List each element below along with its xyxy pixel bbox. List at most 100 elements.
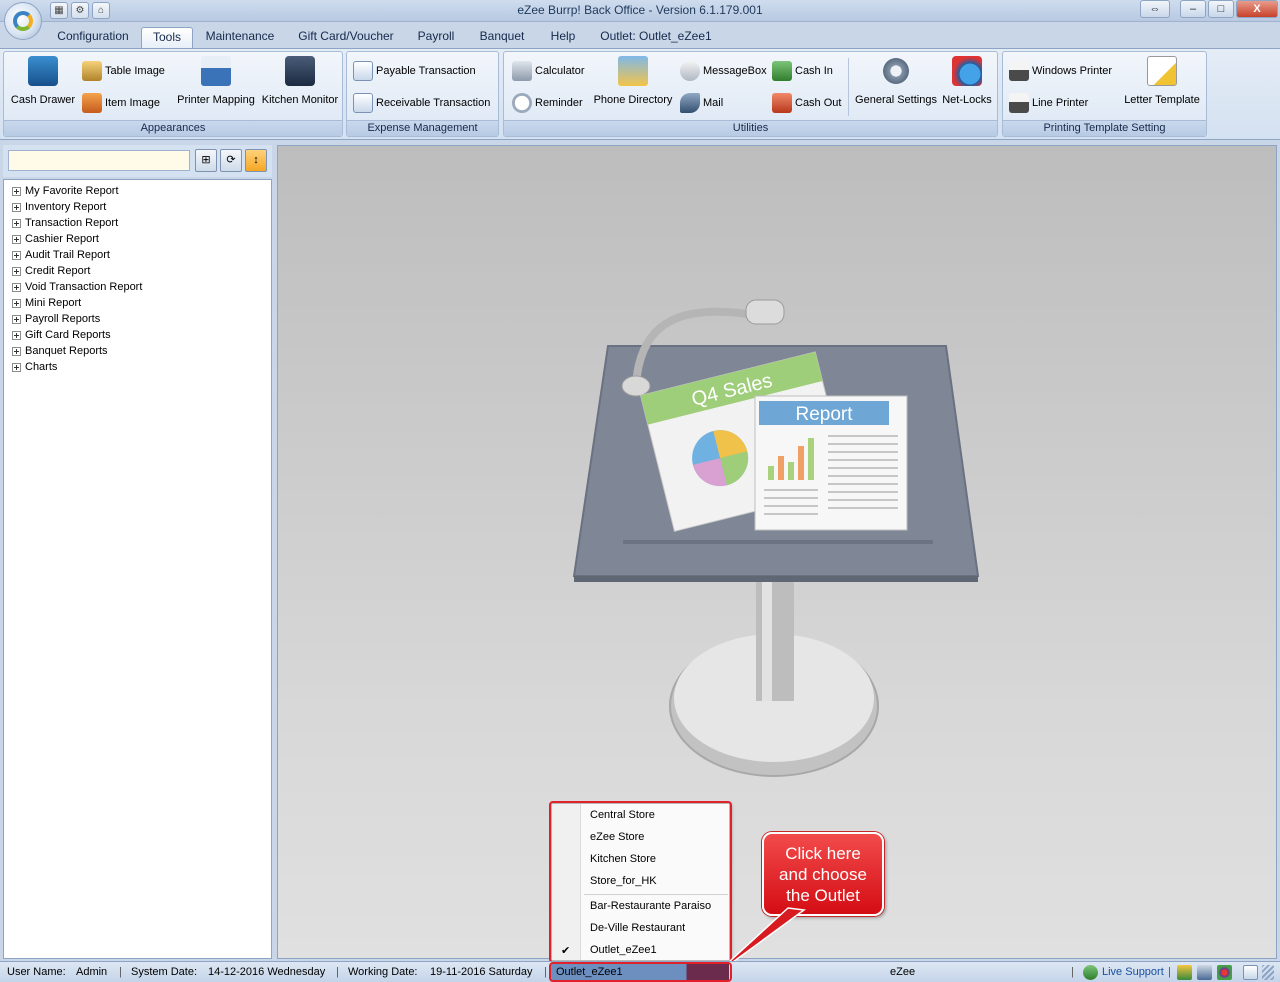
monitor-icon[interactable]	[1197, 965, 1212, 980]
reminder-button[interactable]: Reminder	[512, 92, 583, 114]
restore-button[interactable]: □	[1208, 0, 1234, 18]
tree-item-mini-report[interactable]: Mini Report	[12, 295, 81, 311]
swap-button[interactable]: ⇔	[1140, 0, 1170, 18]
tree-item-void-transaction-report[interactable]: Void Transaction Report	[12, 279, 142, 295]
tree-item-transaction-report[interactable]: Transaction Report	[12, 215, 118, 231]
tab-payroll[interactable]: Payroll	[412, 27, 460, 48]
line-printer-icon	[1009, 93, 1029, 113]
kitchen-monitor-button[interactable]: Kitchen Monitor	[258, 56, 342, 106]
resize-grip-icon[interactable]	[1262, 965, 1274, 980]
phone-directory-icon	[618, 56, 648, 86]
table-image-button[interactable]: Table Image	[82, 60, 165, 82]
tree-item-my-favorite-report[interactable]: My Favorite Report	[12, 183, 119, 199]
general-settings-button[interactable]: General Settings	[854, 56, 938, 106]
group-expense-label: Expense Management	[347, 120, 498, 136]
cash-out-button[interactable]: Cash Out	[772, 92, 841, 114]
expand-icon[interactable]	[12, 346, 21, 356]
mail-label: Mail	[703, 97, 724, 109]
tree-item-charts[interactable]: Charts	[12, 359, 57, 375]
group-utilities-label: Utilities	[504, 120, 997, 136]
reminder-icon	[512, 93, 532, 113]
live-support-icon	[1083, 965, 1098, 980]
utilities-separator	[848, 58, 849, 116]
calculator-button[interactable]: Calculator	[512, 60, 585, 82]
tab-maintenance[interactable]: Maintenance	[200, 27, 280, 48]
document-icon[interactable]	[1243, 965, 1258, 980]
window-title: eZee Burrp! Back Office - Version 6.1.17…	[517, 3, 763, 17]
mail-button[interactable]: Mail	[680, 92, 723, 114]
line-printer-button[interactable]: Line Printer	[1009, 92, 1088, 114]
tree-item-cashier-report[interactable]: Cashier Report	[12, 231, 99, 247]
receivable-transaction-button[interactable]: Receivable Transaction	[353, 92, 490, 114]
title-bar: ▦ ⚙ ⌂ eZee Burrp! Back Office - Version …	[0, 0, 1280, 40]
close-button[interactable]: X	[1236, 0, 1278, 18]
tree-item-inventory-report[interactable]: Inventory Report	[12, 199, 106, 215]
tree-item-label: Cashier Report	[25, 233, 99, 245]
apps-icon[interactable]	[1217, 965, 1232, 980]
tab-tools[interactable]: Tools	[141, 27, 193, 48]
tab-gift-card-voucher[interactable]: Gift Card/Voucher	[292, 27, 400, 48]
tree-item-label: Banquet Reports	[25, 345, 108, 357]
expand-icon[interactable]	[12, 282, 21, 292]
flag-icon[interactable]	[1177, 965, 1192, 980]
tab-outlet[interactable]: Outlet: Outlet_eZee1	[598, 27, 714, 48]
expand-icon[interactable]	[12, 362, 21, 372]
expand-icon[interactable]	[12, 330, 21, 340]
letter-template-button[interactable]: Letter Template	[1119, 56, 1205, 106]
reminder-label: Reminder	[535, 97, 583, 109]
net-locks-button[interactable]: Net-Locks	[940, 56, 994, 106]
report-card-title: Report	[795, 404, 853, 425]
item-image-icon	[82, 93, 102, 113]
expand-icon[interactable]	[12, 314, 21, 324]
live-support-link[interactable]: Live Support	[1102, 966, 1164, 978]
tab-configuration[interactable]: Configuration	[50, 27, 136, 48]
table-image-label: Table Image	[105, 65, 165, 77]
expand-icon[interactable]	[12, 218, 21, 228]
printer-icon	[1009, 61, 1029, 81]
messagebox-button[interactable]: MessageBox	[680, 60, 767, 82]
tree-item-gift-card-reports[interactable]: Gift Card Reports	[12, 327, 111, 343]
tree-item-audit-trail-report[interactable]: Audit Trail Report	[12, 247, 110, 263]
tab-banquet[interactable]: Banquet	[474, 27, 530, 48]
working-date-value: 19-11-2016 Saturday	[430, 966, 533, 978]
tree-item-payroll-reports[interactable]: Payroll Reports	[12, 311, 100, 327]
report-search-bar: ⊞ ⟳ ↕	[3, 145, 272, 177]
cash-in-button[interactable]: Cash In	[772, 60, 833, 82]
windows-printer-button[interactable]: Windows Printer	[1009, 60, 1112, 82]
binoculars-icon[interactable]: ⊞	[195, 149, 217, 172]
highlight-outlet-box	[549, 962, 732, 982]
payable-transaction-button[interactable]: Payable Transaction	[353, 60, 476, 82]
status-divider: |	[1071, 966, 1074, 978]
expand-icon[interactable]	[12, 234, 21, 244]
ribbon: Cash Drawer Table Image Item Image Print…	[0, 48, 1280, 140]
expand-icon[interactable]	[12, 298, 21, 308]
phone-directory-button[interactable]: Phone Directory	[590, 56, 676, 106]
cash-drawer-button[interactable]: Cash Drawer	[8, 56, 78, 106]
printer-mapping-button[interactable]: Printer Mapping	[174, 56, 258, 106]
expand-icon[interactable]	[12, 250, 21, 260]
item-image-button[interactable]: Item Image	[82, 92, 160, 114]
group-appearances-label: Appearances	[4, 120, 342, 136]
windows-printer-label: Windows Printer	[1032, 65, 1113, 77]
expand-icon[interactable]	[12, 186, 21, 196]
report-search-input[interactable]	[8, 150, 190, 171]
payable-transaction-icon	[353, 61, 373, 81]
expand-icon[interactable]	[12, 266, 21, 276]
calculator-label: Calculator	[535, 65, 585, 77]
minimize-button[interactable]: –	[1180, 0, 1206, 18]
tree-item-label: Mini Report	[25, 297, 82, 309]
gear-icon	[881, 56, 911, 86]
calculator-icon	[512, 61, 532, 81]
sort-az-icon[interactable]: ↕	[245, 149, 267, 172]
group-expense-management: Payable Transaction Receivable Transacti…	[346, 51, 499, 137]
tab-help[interactable]: Help	[543, 27, 583, 48]
network-icon	[952, 56, 982, 86]
cash-in-label: Cash In	[795, 65, 833, 77]
app-menu-button[interactable]	[4, 2, 42, 40]
refresh-icon[interactable]: ⟳	[220, 149, 242, 172]
cash-out-label: Cash Out	[795, 97, 842, 109]
phone-directory-label: Phone Directory	[593, 94, 673, 106]
tree-item-banquet-reports[interactable]: Banquet Reports	[12, 343, 108, 359]
expand-icon[interactable]	[12, 202, 21, 212]
tree-item-credit-report[interactable]: Credit Report	[12, 263, 90, 279]
